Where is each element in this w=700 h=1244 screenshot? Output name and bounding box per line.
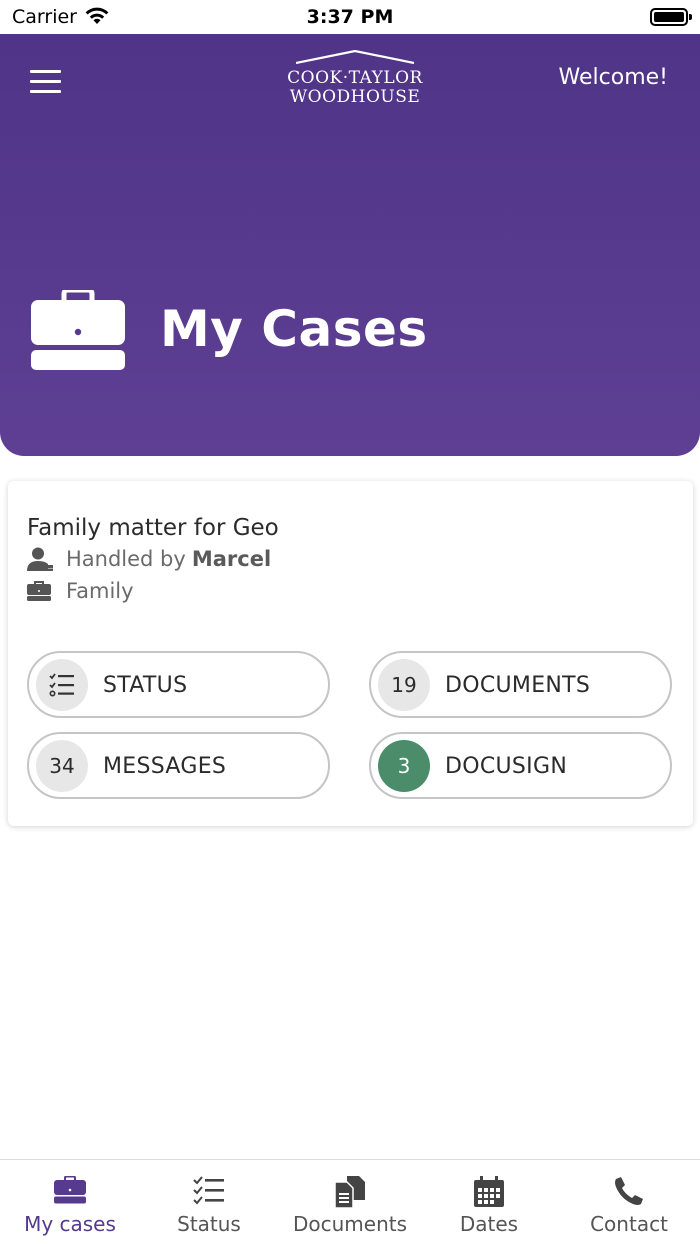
company-logo: COOK·TAYLOR WOODHOUSE bbox=[284, 50, 426, 108]
hamburger-icon bbox=[30, 70, 61, 73]
handled-by-row: Handled by Marcel bbox=[27, 547, 271, 571]
logo-text-line1: COOK·TAYLOR bbox=[287, 68, 423, 88]
checklist-icon bbox=[139, 1176, 279, 1208]
handler-name: Marcel bbox=[191, 547, 272, 571]
documents-button[interactable]: 19 DOCUMENTS bbox=[369, 651, 672, 718]
tab-documents[interactable]: Documents bbox=[280, 1160, 420, 1244]
briefcase-icon bbox=[30, 287, 126, 376]
tab-my-cases-label: My cases bbox=[24, 1212, 116, 1236]
documents-button-label: DOCUMENTS bbox=[445, 673, 591, 698]
tab-status[interactable]: Status bbox=[139, 1160, 279, 1244]
tab-contact[interactable]: Contact bbox=[559, 1160, 699, 1244]
tab-dates[interactable]: Dates bbox=[419, 1160, 559, 1244]
tab-status-label: Status bbox=[177, 1212, 241, 1236]
status-button-label: STATUS bbox=[103, 673, 188, 698]
status-bar: Carrier 3:37 PM bbox=[0, 0, 700, 34]
case-category: Family bbox=[66, 579, 134, 603]
tab-contact-label: Contact bbox=[590, 1212, 668, 1236]
docusign-count-badge: 3 bbox=[378, 740, 430, 792]
calendar-icon bbox=[419, 1176, 559, 1208]
docusign-button-label: DOCUSIGN bbox=[445, 754, 568, 779]
messages-count-badge: 34 bbox=[36, 740, 88, 792]
briefcase-icon bbox=[0, 1176, 140, 1208]
documents-icon bbox=[280, 1176, 420, 1208]
messages-button[interactable]: 34 MESSAGES bbox=[27, 732, 330, 799]
lawyer-icon bbox=[27, 547, 55, 571]
battery-icon bbox=[650, 8, 692, 26]
case-card[interactable]: Family matter for Geo Handled by Marcel … bbox=[8, 481, 693, 826]
status-button[interactable]: STATUS bbox=[27, 651, 330, 718]
page-title: My Cases bbox=[160, 300, 428, 358]
phone-icon bbox=[559, 1176, 699, 1208]
messages-button-label: MESSAGES bbox=[103, 754, 227, 779]
tab-documents-label: Documents bbox=[292, 1212, 408, 1236]
category-row: Family bbox=[27, 579, 134, 603]
logo-text-line2: WOODHOUSE bbox=[289, 87, 421, 107]
status-list-icon bbox=[36, 659, 88, 711]
case-title: Family matter for Geo bbox=[27, 515, 279, 541]
clock-time: 3:37 PM bbox=[306, 6, 394, 28]
bottom-tab-bar: My cases Status Documents Dates Contact bbox=[0, 1159, 700, 1244]
tab-dates-label: Dates bbox=[459, 1212, 519, 1236]
tab-my-cases[interactable]: My cases bbox=[0, 1160, 140, 1244]
documents-count-badge: 19 bbox=[378, 659, 430, 711]
briefcase-small-icon bbox=[27, 581, 55, 601]
logo-roof-icon bbox=[296, 50, 414, 64]
header-banner: COOK·TAYLOR WOODHOUSE Welcome! My Cases bbox=[0, 34, 700, 456]
handled-by-prefix: Handled by bbox=[66, 547, 186, 571]
menu-button[interactable] bbox=[30, 70, 62, 94]
docusign-button[interactable]: 3 DOCUSIGN bbox=[369, 732, 672, 799]
welcome-text: Welcome! bbox=[558, 65, 668, 90]
